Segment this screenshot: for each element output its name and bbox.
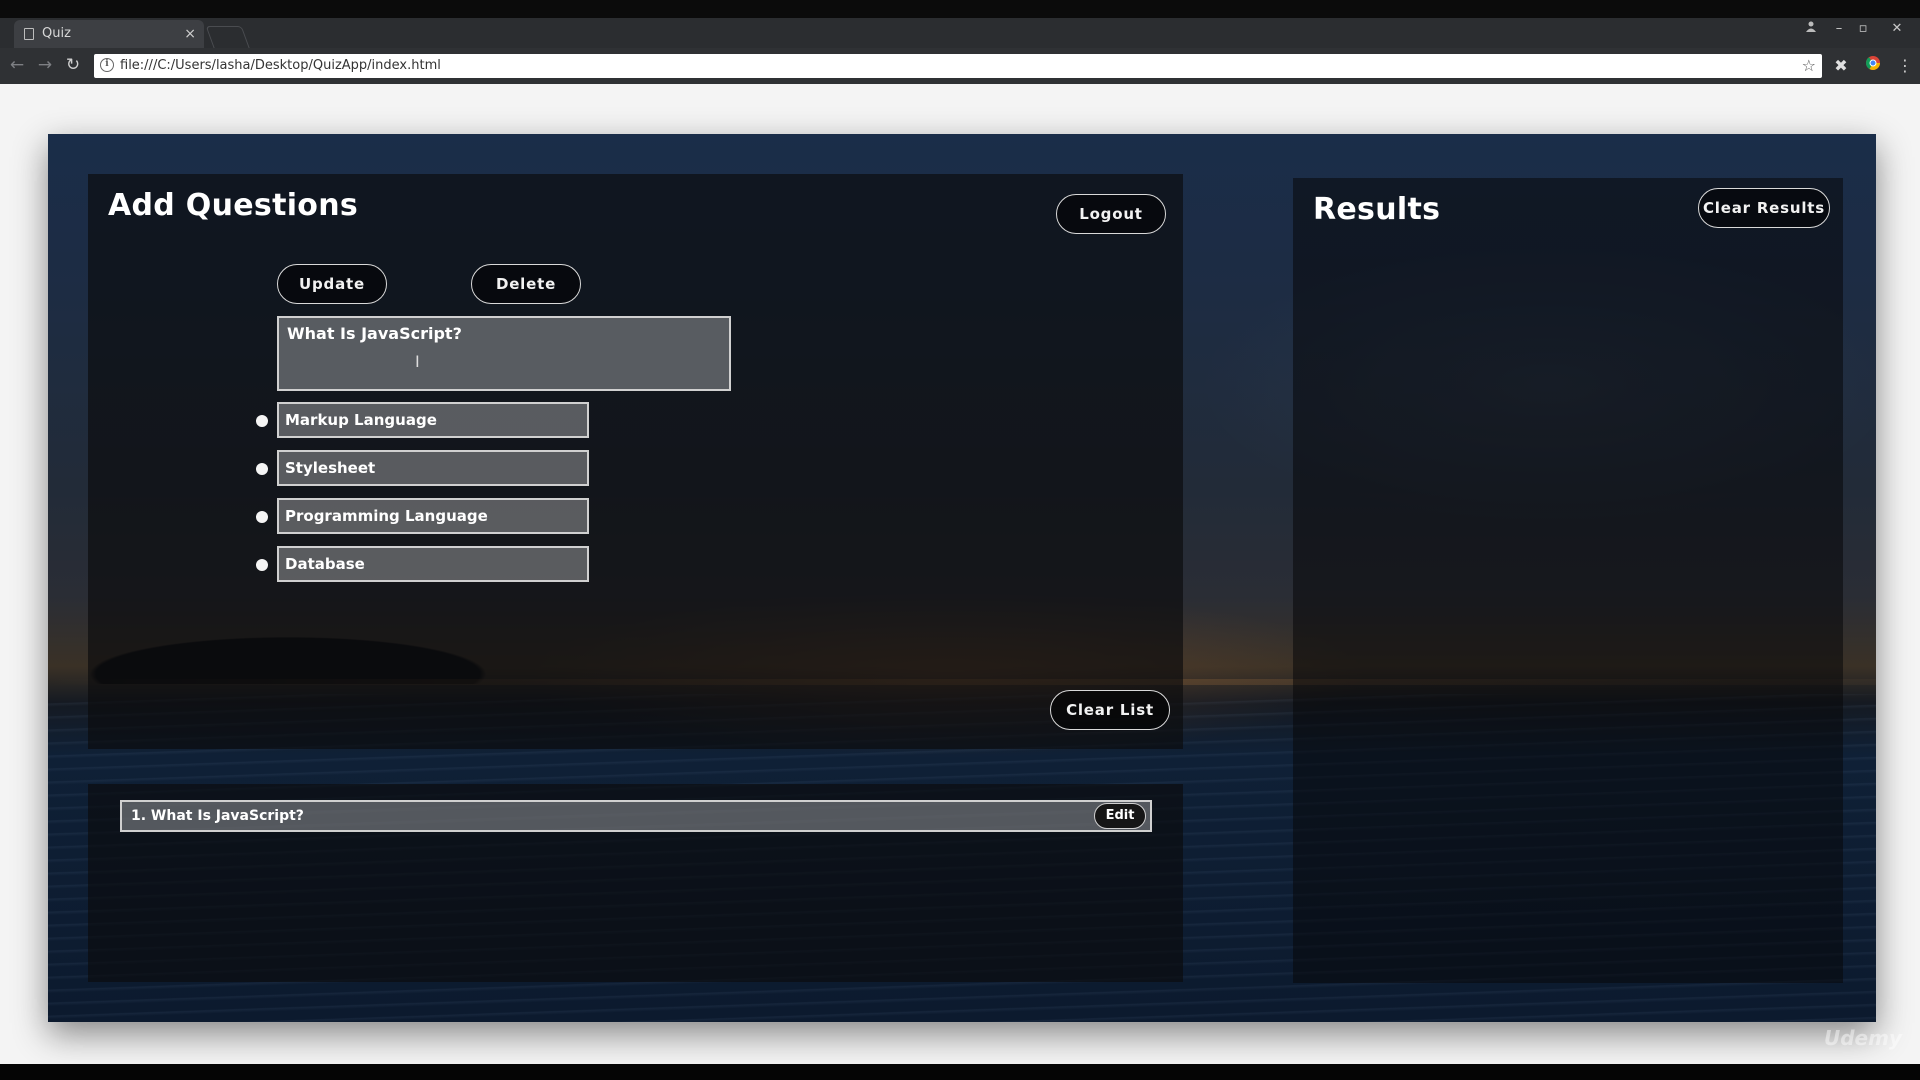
question-text: What Is JavaScript? [287, 324, 462, 343]
back-icon[interactable]: ← [6, 54, 28, 76]
question-textarea[interactable]: What Is JavaScript? I [277, 316, 731, 391]
delete-button[interactable]: Delete [471, 264, 581, 304]
list-item-text: 1. What Is JavaScript? [131, 808, 304, 824]
browser-tab[interactable]: Quiz × [14, 20, 204, 48]
choice-radio[interactable] [256, 559, 268, 571]
tab-title: Quiz [42, 26, 71, 41]
question-list-panel: 1. What Is JavaScript? Edit [88, 784, 1183, 982]
update-button[interactable]: Update [277, 264, 387, 304]
restore-icon[interactable]: ▫ [1852, 18, 1874, 40]
add-questions-title: Add Questions [108, 188, 359, 223]
reload-icon[interactable]: ↻ [62, 54, 84, 76]
results-panel: Results Clear Results [1293, 178, 1843, 983]
new-tab-button[interactable] [205, 26, 251, 50]
info-icon[interactable]: i [100, 58, 114, 72]
tab-close-icon[interactable]: × [184, 20, 196, 48]
choice-input[interactable]: Database [277, 546, 589, 582]
choice-radio[interactable] [256, 415, 268, 427]
url-text: file:///C:/Users/lasha/Desktop/QuizApp/i… [120, 58, 441, 73]
choice-radio[interactable] [256, 511, 268, 523]
forward-icon[interactable]: → [34, 54, 56, 76]
logout-button[interactable]: Logout [1056, 194, 1166, 234]
address-bar[interactable]: i file:///C:/Users/lasha/Desktop/QuizApp… [94, 54, 1822, 78]
app-background: Add Questions Logout Update Delete What … [48, 134, 1876, 1022]
clear-results-button[interactable]: Clear Results [1698, 188, 1830, 228]
screen-top-strip [0, 0, 1920, 18]
clear-list-button[interactable]: Clear List [1050, 690, 1170, 730]
screen-bottom-strip [0, 1064, 1920, 1080]
edit-button[interactable]: Edit [1094, 803, 1146, 829]
profile-icon[interactable] [1800, 18, 1822, 40]
choice-row: Database [256, 546, 589, 582]
text-cursor-icon: I [415, 352, 420, 371]
choice-input[interactable]: Stylesheet [277, 450, 589, 486]
choice-input[interactable]: Markup Language [277, 402, 589, 438]
udemy-watermark: Udemy [1824, 1026, 1902, 1050]
menu-kebab-icon[interactable]: ⋮ [1894, 55, 1916, 77]
close-window-icon[interactable]: ✕ [1886, 18, 1908, 40]
choice-radio[interactable] [256, 463, 268, 475]
choice-row: Programming Language [256, 498, 589, 534]
bookmark-star-icon[interactable]: ☆ [1802, 54, 1816, 78]
choice-row: Stylesheet [256, 450, 589, 486]
web-page: Add Questions Logout Update Delete What … [0, 84, 1920, 1064]
minimize-icon[interactable]: – [1828, 18, 1850, 40]
list-item: 1. What Is JavaScript? Edit [120, 800, 1152, 832]
page-icon [24, 28, 34, 40]
browser-toolbar: ← → ↻ i file:///C:/Users/lasha/Desktop/Q… [0, 48, 1920, 84]
choice-row: Markup Language [256, 402, 589, 438]
add-questions-panel: Add Questions Logout Update Delete What … [88, 174, 1183, 749]
browser-tab-bar: Quiz × [0, 18, 1920, 50]
extension-icon[interactable]: ✖ [1830, 55, 1852, 77]
choice-input[interactable]: Programming Language [277, 498, 589, 534]
results-title: Results [1313, 192, 1441, 227]
chrome-extension-icon[interactable] [1862, 55, 1884, 77]
